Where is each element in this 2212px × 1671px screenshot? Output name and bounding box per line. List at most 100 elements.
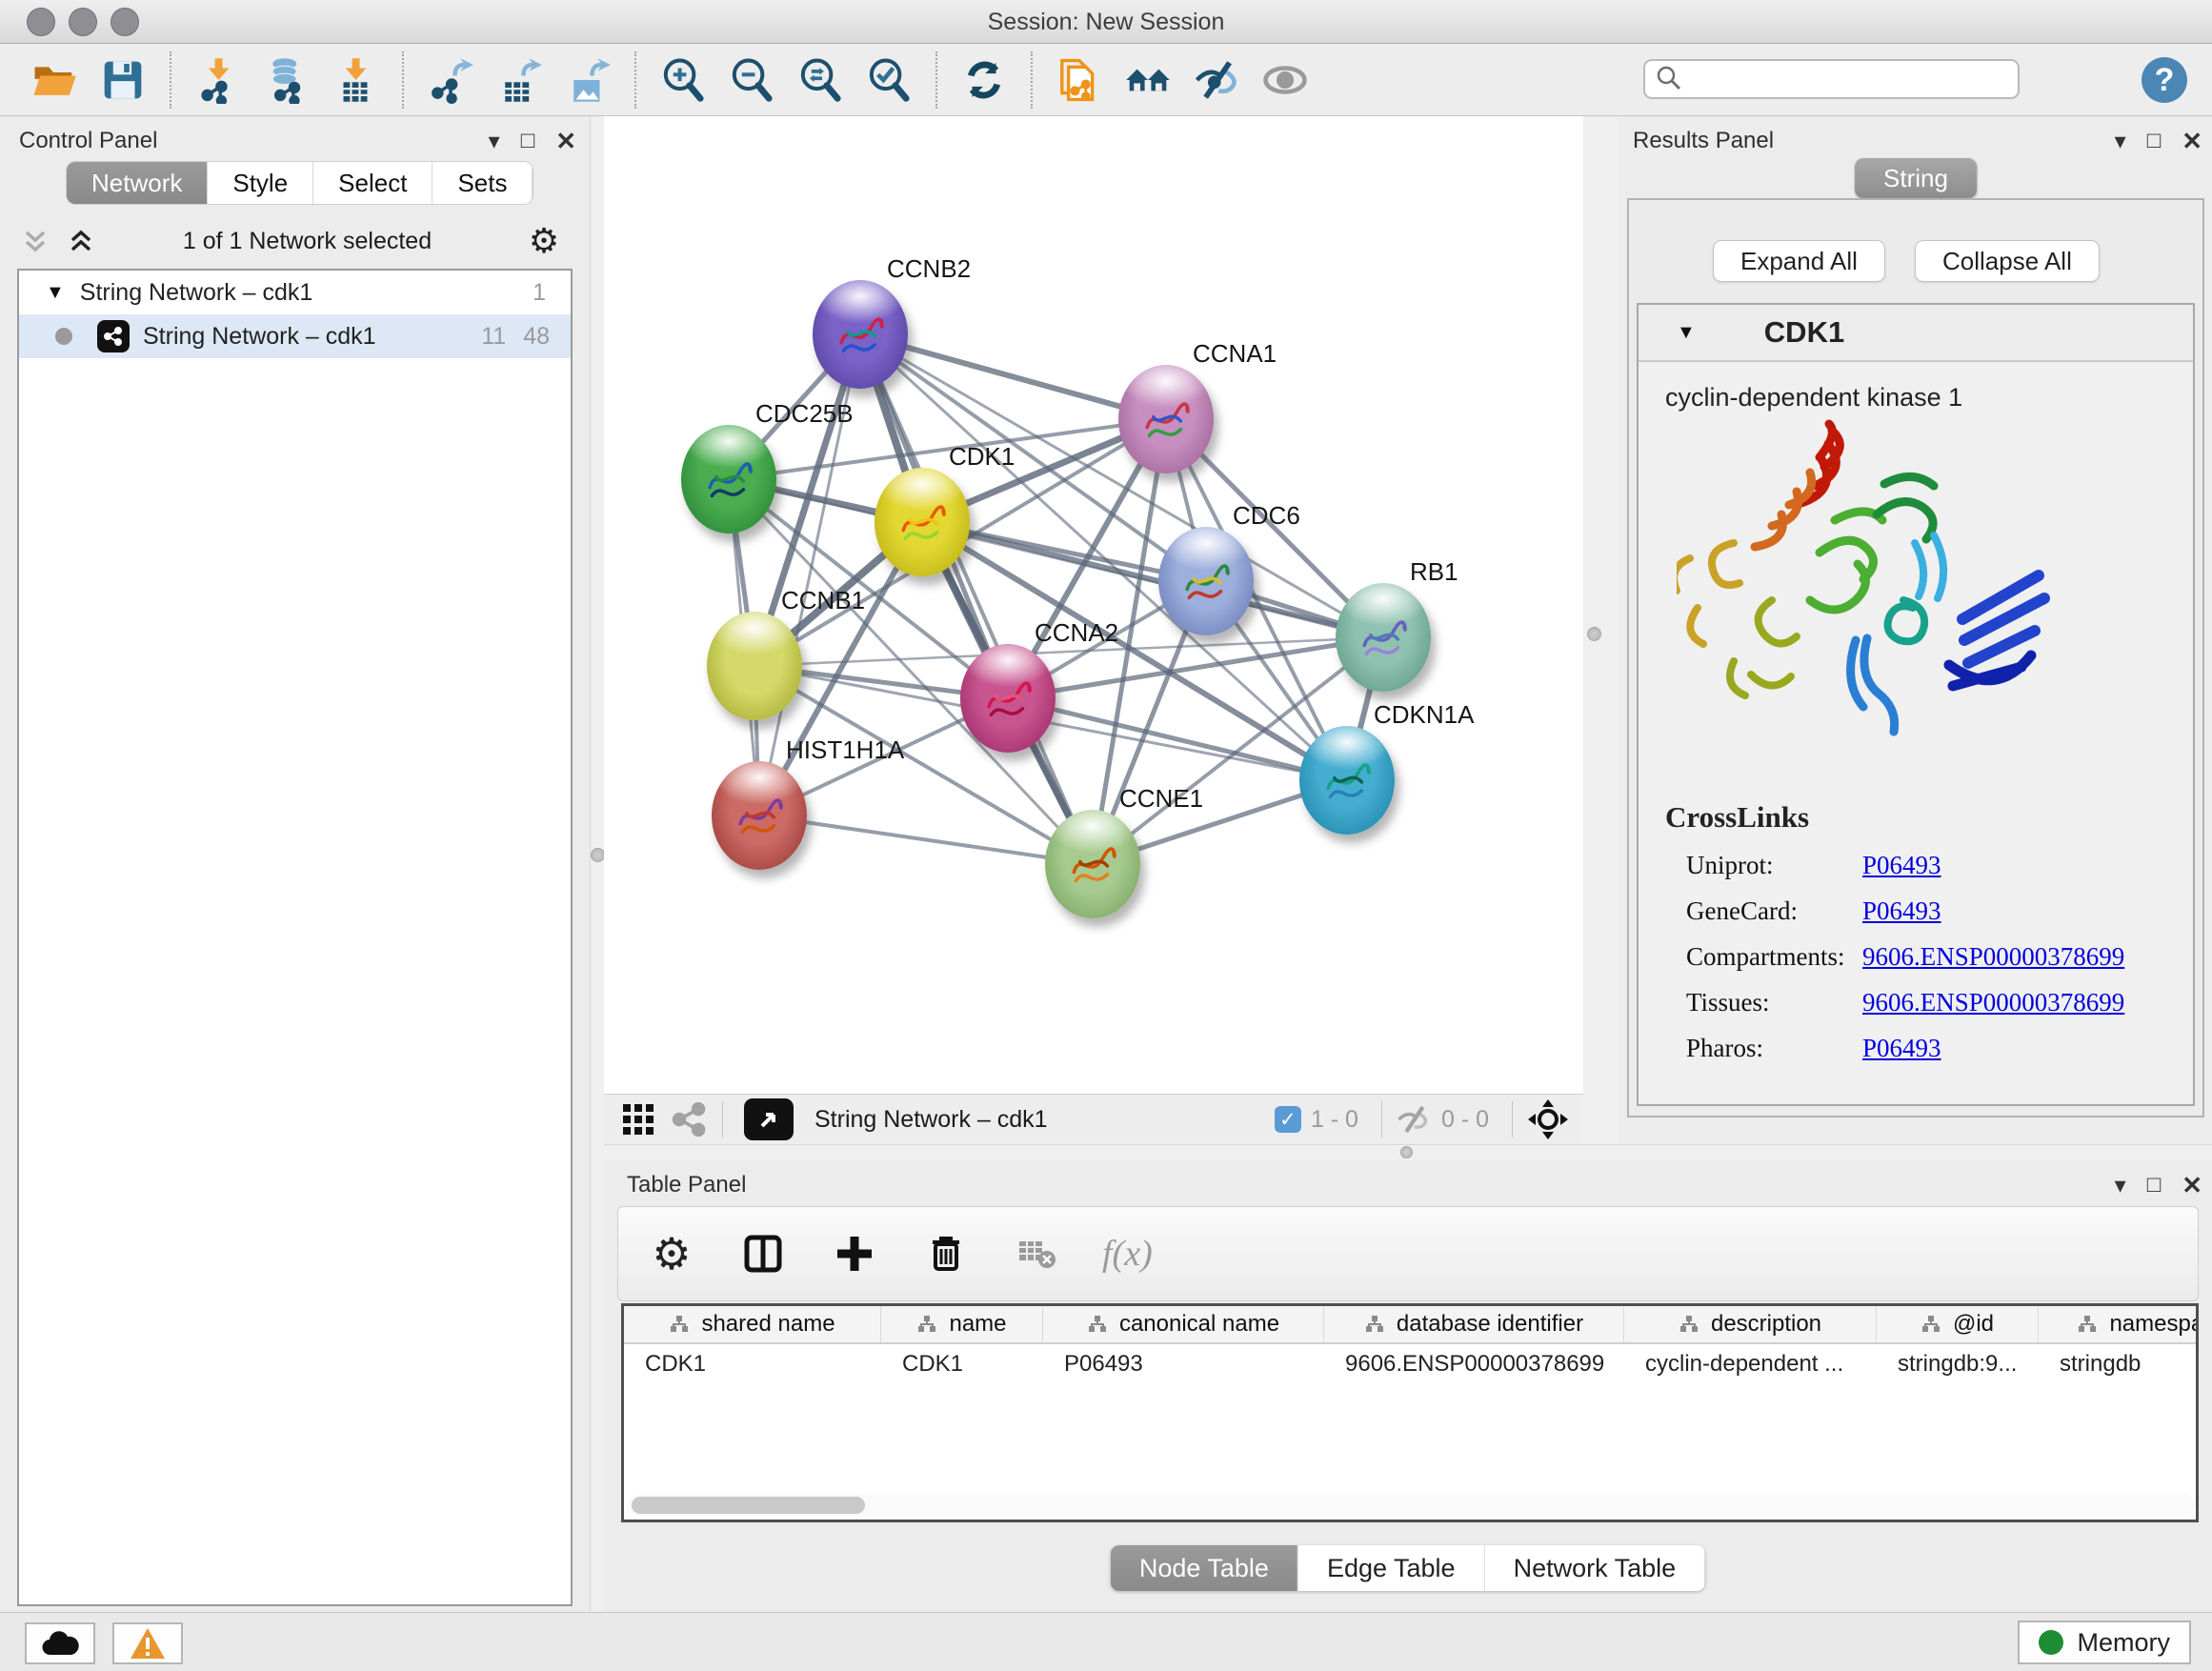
tree-expander-icon[interactable]: ▼ — [46, 282, 65, 304]
panel-menu-icon[interactable]: ▾ — [2115, 128, 2126, 155]
table-h-scrollbar[interactable] — [628, 1495, 2196, 1516]
add-column-icon[interactable] — [828, 1227, 881, 1280]
selected-checkbox-icon[interactable]: ✓ — [1275, 1106, 1301, 1133]
hide-panels-button[interactable] — [1187, 50, 1246, 110]
tab-style[interactable]: Style — [208, 162, 313, 204]
zoom-fit-button[interactable] — [791, 50, 850, 110]
crosslink-link[interactable]: P06493 — [1862, 1034, 1941, 1063]
network-node-CCNA2[interactable] — [960, 644, 1056, 753]
tab-network[interactable]: Network — [67, 162, 208, 204]
table-settings-gear-icon[interactable]: ⚙ — [645, 1227, 698, 1280]
zoom-out-button[interactable] — [722, 50, 781, 110]
import-table-button[interactable] — [326, 50, 385, 110]
table-cell[interactable]: cyclin-dependent ... — [1624, 1351, 1877, 1378]
panel-menu-icon[interactable]: ▾ — [489, 128, 500, 155]
save-session-button[interactable] — [93, 50, 152, 110]
network-node-HIST1H1A[interactable] — [712, 761, 807, 870]
section-expander-icon[interactable]: ▼ — [1677, 322, 1696, 344]
import-network-button[interactable] — [189, 50, 248, 110]
left-splitter[interactable] — [590, 116, 604, 1612]
network-row[interactable]: String Network – cdk1 11 48 — [19, 314, 571, 358]
string-import-button[interactable] — [1050, 50, 1109, 110]
expand-all-button[interactable]: Expand All — [1713, 240, 1885, 282]
table-cell[interactable]: CDK1 — [624, 1351, 881, 1378]
table-cell[interactable]: 9606.ENSP00000378699 — [1324, 1351, 1624, 1378]
export-image-button[interactable] — [558, 50, 617, 110]
help-button[interactable]: ? — [2142, 57, 2187, 103]
export-network-button[interactable] — [421, 50, 480, 110]
table-cell[interactable]: stringdb — [2039, 1351, 2199, 1378]
node-table[interactable]: shared namenamecanonical namedatabase id… — [621, 1303, 2199, 1522]
splitter-handle[interactable] — [1587, 627, 1601, 641]
network-node-CDC6[interactable] — [1158, 527, 1254, 635]
column-header-canonical-name[interactable]: canonical name — [1043, 1306, 1324, 1342]
tab-edge-table[interactable]: Edge Table — [1298, 1545, 1485, 1591]
network-edge[interactable] — [922, 522, 1383, 637]
scrollbar-thumb[interactable] — [632, 1497, 865, 1514]
cloud-status-button[interactable] — [25, 1622, 95, 1664]
splitter-handle[interactable] — [591, 848, 605, 862]
crosslink-link[interactable]: 9606.ENSP00000378699 — [1862, 988, 2124, 1017]
tab-node-table[interactable]: Node Table — [1111, 1545, 1298, 1591]
grid-view-icon[interactable] — [619, 1100, 657, 1138]
tab-string[interactable]: String — [1855, 158, 1977, 198]
table-cell[interactable]: CDK1 — [881, 1351, 1043, 1378]
float-panel-icon[interactable]: □ — [2147, 1172, 2162, 1198]
export-table-button[interactable] — [490, 50, 549, 110]
network-edge[interactable] — [759, 815, 1093, 864]
close-panel-icon[interactable]: ✕ — [2182, 127, 2202, 156]
open-session-button[interactable] — [25, 50, 84, 110]
network-collection-row[interactable]: ▼ String Network – cdk1 1 — [19, 271, 571, 314]
hidden-eye-icon[interactable] — [1396, 1101, 1432, 1137]
show-eye-button[interactable] — [1256, 50, 1315, 110]
network-edge[interactable] — [860, 334, 1093, 864]
network-canvas[interactable]: CCNB2CCNA1CDC25BCDK1CDC6RB1CCNB1CCNA2CDK… — [604, 116, 1583, 1094]
crosslink-link[interactable]: 9606.ENSP00000378699 — [1862, 942, 2124, 972]
panel-menu-icon[interactable]: ▾ — [2115, 1172, 2126, 1199]
collapse-all-button[interactable]: Collapse All — [1915, 240, 2100, 282]
delete-column-trash-icon[interactable] — [919, 1227, 973, 1280]
show-columns-icon[interactable] — [736, 1227, 790, 1280]
share-view-icon[interactable] — [671, 1100, 709, 1138]
function-builder-icon[interactable]: f(x) — [1102, 1233, 1153, 1275]
table-row[interactable]: CDK1CDK1P064939606.ENSP00000378699cyclin… — [624, 1344, 2196, 1384]
crosslink-link[interactable]: P06493 — [1862, 851, 1941, 880]
tab-network-table[interactable]: Network Table — [1485, 1545, 1706, 1591]
memory-button[interactable]: Memory — [2018, 1621, 2191, 1664]
column-header-namespace[interactable]: namespace — [2039, 1306, 2199, 1342]
float-panel-icon[interactable]: □ — [521, 128, 535, 154]
column-header-description[interactable]: description — [1624, 1306, 1877, 1342]
right-splitter[interactable] — [1583, 116, 1619, 1144]
network-options-gear-icon[interactable]: ⚙ — [517, 214, 571, 268]
network-node-RB1[interactable] — [1336, 583, 1431, 692]
zoom-in-button[interactable] — [654, 50, 713, 110]
close-panel-icon[interactable]: ✕ — [555, 127, 576, 156]
fit-content-crosshair-icon[interactable] — [1526, 1097, 1570, 1141]
horizontal-splitter[interactable] — [604, 1144, 2212, 1160]
close-panel-icon[interactable]: ✕ — [2182, 1171, 2202, 1200]
column-header-shared-name[interactable]: shared name — [624, 1306, 881, 1342]
home-button[interactable] — [1118, 50, 1177, 110]
network-node-CCNE1[interactable] — [1045, 810, 1140, 918]
warnings-button[interactable] — [112, 1622, 183, 1664]
float-panel-icon[interactable]: □ — [2147, 128, 2162, 154]
table-cell[interactable]: P06493 — [1043, 1351, 1324, 1378]
zoom-selected-button[interactable] — [859, 50, 918, 110]
column-header-database-identifier[interactable]: database identifier — [1324, 1306, 1624, 1342]
import-network-database-button[interactable] — [257, 50, 316, 110]
network-node-CCNB1[interactable] — [707, 612, 802, 720]
network-node-CDC25B[interactable] — [681, 425, 776, 534]
network-node-CDKN1A[interactable] — [1299, 726, 1395, 835]
delete-table-icon[interactable] — [1011, 1227, 1064, 1280]
crosslink-link[interactable]: P06493 — [1862, 896, 1941, 926]
network-node-CCNB2[interactable] — [813, 280, 908, 389]
network-node-CCNA1[interactable] — [1118, 365, 1214, 473]
column-header-@id[interactable]: @id — [1877, 1306, 2039, 1342]
expand-all-icon[interactable] — [65, 225, 97, 257]
collapse-all-icon[interactable] — [19, 225, 51, 257]
network-node-CDK1[interactable] — [875, 468, 970, 576]
refresh-button[interactable] — [955, 50, 1014, 110]
splitter-handle[interactable] — [1400, 1146, 1413, 1158]
gene-section-header[interactable]: ▼ CDK1 — [1639, 305, 2193, 362]
tab-select[interactable]: Select — [313, 162, 432, 204]
